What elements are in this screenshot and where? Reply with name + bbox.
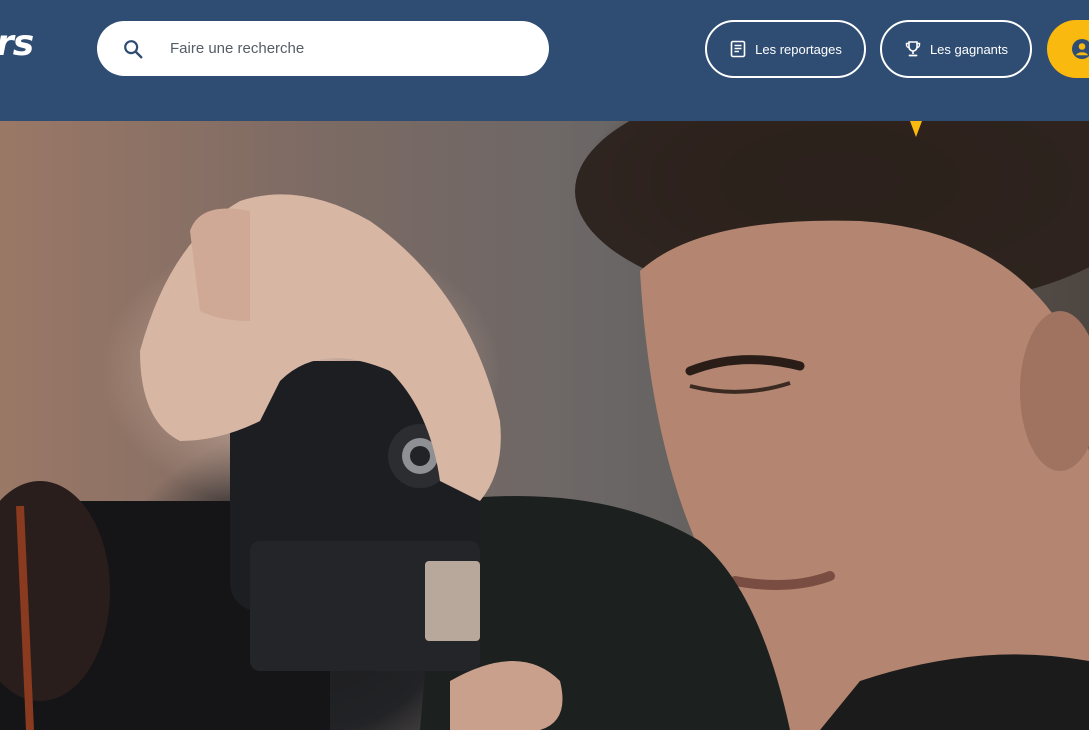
nav-indicator-marker: [910, 121, 922, 137]
nav-reportages-label: Les reportages: [755, 41, 842, 57]
site-header: rs Les reportages Les gagnants: [0, 0, 1089, 121]
nav-gagnants-label: Les gagnants: [929, 41, 1009, 57]
search-input[interactable]: [170, 35, 520, 62]
user-avatar-icon: [1072, 39, 1089, 59]
hero-photo-banner: [0, 121, 1089, 730]
search-bar[interactable]: [97, 21, 549, 76]
nav-gagnants-button[interactable]: Les gagnants: [880, 20, 1032, 78]
site-logo[interactable]: rs: [0, 22, 34, 66]
hero-photo: [0, 121, 1089, 730]
book-icon: [730, 40, 746, 58]
search-icon: [124, 40, 143, 59]
account-button[interactable]: [1047, 20, 1089, 78]
nav-reportages-button[interactable]: Les reportages: [705, 20, 866, 78]
trophy-icon: [905, 41, 921, 57]
